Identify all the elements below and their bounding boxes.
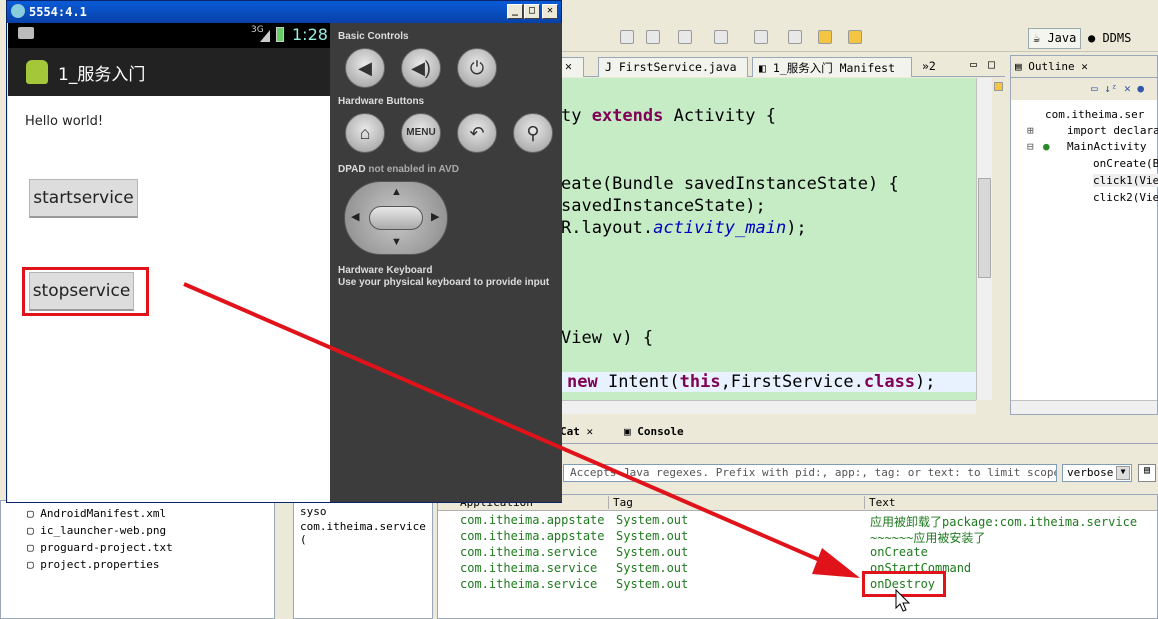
arrow-head: [812, 548, 860, 578]
arrow-line: [183, 282, 839, 570]
annotation-arrow: [183, 282, 911, 612]
mouse-cursor-icon: [895, 588, 911, 612]
